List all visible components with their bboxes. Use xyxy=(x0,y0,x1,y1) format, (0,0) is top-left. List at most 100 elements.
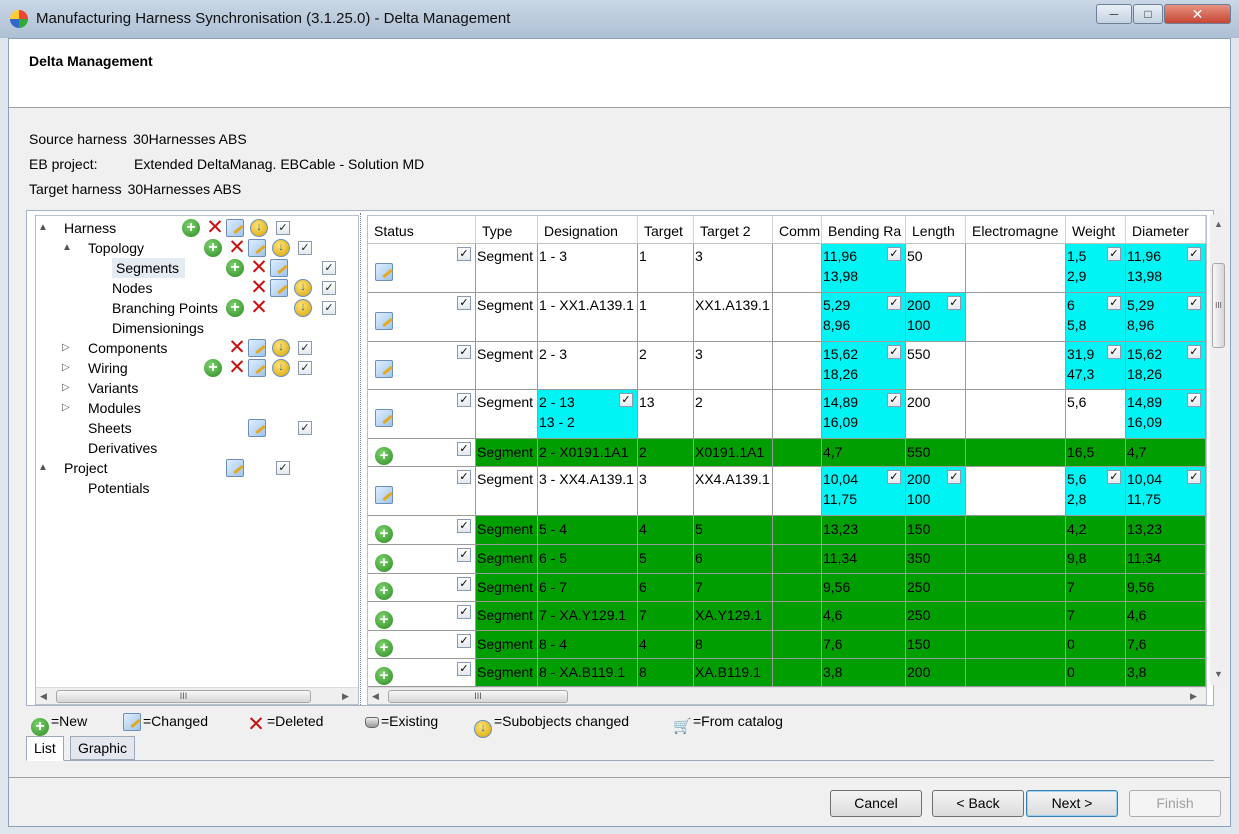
grid-cell-type[interactable]: Segment xyxy=(476,293,538,342)
tree-scroll-thumb[interactable]: III xyxy=(56,690,311,703)
tree-checkbox[interactable]: ✓ xyxy=(298,421,312,435)
grid-cell-designation[interactable]: 6 - 7 xyxy=(538,574,638,602)
grid-cell-length[interactable]: 250 xyxy=(906,574,966,602)
grid-cell-target2[interactable]: 6 xyxy=(694,545,773,574)
grid-cell-comm[interactable] xyxy=(773,467,822,516)
grid-cell-designation[interactable]: 1 - XX1.A139.1 xyxy=(538,293,638,342)
scroll-down-arrow-icon[interactable]: ▼ xyxy=(1214,669,1223,679)
grid-cell-status[interactable]: + ✓ xyxy=(368,516,476,545)
grid-cell-weight[interactable]: 16,5 xyxy=(1066,439,1126,467)
grid-cell-status[interactable]: + ✓ xyxy=(368,631,476,659)
grid-cell-status[interactable]: + ✓ xyxy=(368,659,476,687)
row-checkbox[interactable]: ✓ xyxy=(457,605,471,619)
grid-cell-type[interactable]: Segment xyxy=(476,390,538,439)
grid-cell-bending[interactable]: 13,23 xyxy=(822,516,906,545)
cell-checkbox[interactable]: ✓ xyxy=(887,345,901,359)
grid-cell-comm[interactable] xyxy=(773,293,822,342)
tree-checkbox[interactable]: ✓ xyxy=(298,241,312,255)
grid-cell-length[interactable]: 550 xyxy=(906,342,966,390)
grid-cell-length[interactable]: 200 100 ✓ xyxy=(906,293,966,342)
grid-cell-length[interactable]: 350 xyxy=(906,545,966,574)
tree-checkbox[interactable]: ✓ xyxy=(298,361,312,375)
grid-cell-target[interactable]: 6 xyxy=(638,574,694,602)
grid-cell-electromagne[interactable] xyxy=(966,545,1066,574)
grid-cell-target[interactable]: 8 xyxy=(638,659,694,687)
row-checkbox[interactable]: ✓ xyxy=(457,296,471,310)
tree-item-dimensionings[interactable]: Dimensionings xyxy=(36,318,356,338)
grid-cell-target2[interactable]: XX1.A139.1 xyxy=(694,293,773,342)
close-button[interactable]: ✕ xyxy=(1164,4,1231,24)
grid-cell-electromagne[interactable] xyxy=(966,467,1066,516)
grid-cell-type[interactable]: Segment xyxy=(476,574,538,602)
grid-horizontal-scrollbar[interactable]: ◀ III ▶ xyxy=(368,687,1206,704)
column-header-comm[interactable]: Comm xyxy=(773,216,822,244)
tree-item-wiring[interactable]: ▷ Wiring + ✕ ↓ ✓ xyxy=(36,357,356,378)
cell-checkbox[interactable]: ✓ xyxy=(1107,345,1121,359)
grid-cell-weight[interactable]: 5,6 2,8 ✓ xyxy=(1066,467,1126,516)
grid-cell-target[interactable]: 7 xyxy=(638,602,694,631)
cancel-button[interactable]: Cancel xyxy=(830,790,922,817)
tree-horizontal-scrollbar[interactable]: ◀ III ▶ xyxy=(36,687,358,704)
grid-cell-length[interactable]: 50 xyxy=(906,244,966,293)
scroll-left-arrow-icon[interactable]: ◀ xyxy=(40,691,47,702)
grid-cell-target2[interactable]: XA.B119.1 xyxy=(694,659,773,687)
grid-cell-electromagne[interactable] xyxy=(966,293,1066,342)
panel-splitter[interactable] xyxy=(360,213,363,705)
scroll-up-arrow-icon[interactable]: ▲ xyxy=(1214,219,1223,229)
grid-cell-weight[interactable]: 31,9 47,3 ✓ xyxy=(1066,342,1126,390)
grid-cell-type[interactable]: Segment xyxy=(476,659,538,687)
grid-cell-target[interactable]: 5 xyxy=(638,545,694,574)
grid-cell-length[interactable]: 200 100 ✓ xyxy=(906,467,966,516)
grid-cell-bending[interactable]: 9,56 xyxy=(822,574,906,602)
column-header-target-2[interactable]: Target 2 xyxy=(694,216,773,244)
grid-cell-diameter[interactable]: 13,23 xyxy=(1126,516,1206,545)
grid-cell-designation[interactable]: 8 - XA.B119.1 xyxy=(538,659,638,687)
grid-cell-length[interactable]: 550 xyxy=(906,439,966,467)
grid-cell-bending[interactable]: 14,89 16,09 ✓ xyxy=(822,390,906,439)
grid-cell-length[interactable]: 150 xyxy=(906,516,966,545)
grid-cell-length[interactable]: 150 xyxy=(906,631,966,659)
grid-cell-bending[interactable]: 11,34 xyxy=(822,545,906,574)
grid-cell-target[interactable]: 1 xyxy=(638,244,694,293)
grid-cell-designation[interactable]: 2 - 3 xyxy=(538,342,638,390)
grid-cell-status[interactable]: ✓ xyxy=(368,342,476,390)
next-button[interactable]: Next > xyxy=(1026,790,1118,817)
tree-item-project[interactable]: ▲ Project ✓ xyxy=(36,458,356,478)
cell-checkbox[interactable]: ✓ xyxy=(1107,247,1121,261)
grid-vscroll-thumb[interactable]: III xyxy=(1212,263,1225,348)
grid-cell-electromagne[interactable] xyxy=(966,439,1066,467)
grid-cell-length[interactable]: 200 xyxy=(906,659,966,687)
expanded-arrow-icon[interactable]: ▲ xyxy=(38,458,48,478)
grid-cell-status[interactable]: ✓ xyxy=(368,467,476,516)
grid-cell-designation[interactable]: 2 - 13 13 - 2 ✓ xyxy=(538,390,638,439)
grid-cell-target2[interactable]: 3 xyxy=(694,244,773,293)
grid-cell-bending[interactable]: 11,96 13,98 ✓ xyxy=(822,244,906,293)
row-checkbox[interactable]: ✓ xyxy=(457,345,471,359)
scroll-left-arrow-icon[interactable]: ◀ xyxy=(372,691,379,702)
row-checkbox[interactable]: ✓ xyxy=(457,519,471,533)
back-button[interactable]: < Back xyxy=(932,790,1024,817)
grid-cell-diameter[interactable]: 3,8 xyxy=(1126,659,1206,687)
cell-checkbox[interactable]: ✓ xyxy=(947,296,961,310)
grid-cell-weight[interactable]: 9,8 xyxy=(1066,545,1126,574)
grid-cell-target2[interactable]: 7 xyxy=(694,574,773,602)
grid-cell-bending[interactable]: 3,8 xyxy=(822,659,906,687)
expanded-arrow-icon[interactable]: ▲ xyxy=(38,218,48,238)
tree-checkbox[interactable]: ✓ xyxy=(298,341,312,355)
tree-item-harness[interactable]: ▲ Harness + ✕ ↓ ✓ xyxy=(36,217,356,238)
grid-cell-diameter[interactable]: 14,89 16,09 ✓ xyxy=(1126,390,1206,439)
grid-cell-bending[interactable]: 15,62 18,26 ✓ xyxy=(822,342,906,390)
expanded-arrow-icon[interactable]: ▲ xyxy=(62,238,72,258)
grid-cell-weight[interactable]: 1,5 2,9 ✓ xyxy=(1066,244,1126,293)
cell-checkbox[interactable]: ✓ xyxy=(1187,393,1201,407)
grid-cell-type[interactable]: Segment xyxy=(476,467,538,516)
grid-cell-status[interactable]: + ✓ xyxy=(368,545,476,574)
grid-cell-length[interactable]: 200 xyxy=(906,390,966,439)
grid-cell-weight[interactable]: 0 xyxy=(1066,659,1126,687)
grid-cell-type[interactable]: Segment xyxy=(476,342,538,390)
collapsed-arrow-icon[interactable]: ▷ xyxy=(62,398,70,418)
row-checkbox[interactable]: ✓ xyxy=(457,393,471,407)
grid-cell-weight[interactable]: 7 xyxy=(1066,602,1126,631)
tree-checkbox[interactable]: ✓ xyxy=(276,461,290,475)
tree-item-nodes[interactable]: Nodes ✕ ↓ ✓ xyxy=(36,277,356,298)
